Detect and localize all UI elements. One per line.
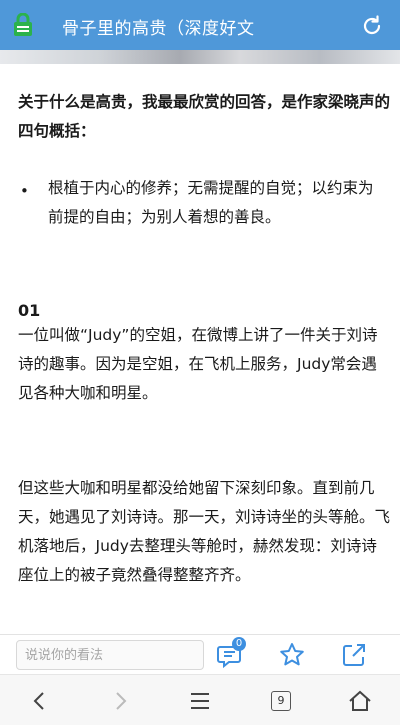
comment-bar: 0 [0, 634, 400, 674]
page-title: 骨子里的高贵（深度好文 [62, 19, 255, 39]
comment-count-badge: 0 [232, 637, 246, 651]
article-body: 关于什么是高贵，我最最欣赏的回答，是作家梁晓声的四句概括： • 根植于内心的修养… [0, 64, 400, 634]
browser-nav-bar: 9 [0, 674, 400, 725]
hamburger-menu-icon [191, 693, 209, 709]
share-icon [343, 644, 365, 666]
chevron-right-icon [116, 692, 127, 710]
bullet-item: 根植于内心的修养；无需提醒的自觉；以约束为前提的自由；为别人着想的善良。 [48, 179, 374, 226]
tabs-button[interactable]: 9 [267, 687, 295, 715]
star-icon [280, 643, 304, 666]
back-button[interactable] [26, 687, 54, 715]
favorite-button[interactable] [278, 641, 306, 669]
menu-button[interactable] [186, 687, 214, 715]
bullet-marker: • [20, 182, 29, 200]
comment-input[interactable] [16, 640, 204, 670]
chevron-left-icon [33, 692, 44, 710]
article-intro: 关于什么是高贵，我最最欣赏的回答，是作家梁晓声的四句概括： [18, 93, 391, 140]
title-bar: 骨子里的高贵（深度好文 [0, 0, 400, 50]
home-icon [349, 690, 371, 711]
comments-button[interactable]: 0 [216, 637, 246, 669]
refresh-icon[interactable] [360, 14, 384, 38]
article-paragraph-2: 但这些大咖和明星都没给她留下深刻印象。直到前几天，她遇见了刘诗诗。那一天，刘诗诗… [18, 479, 391, 584]
tab-count: 9 [271, 691, 291, 711]
article-image-strip [0, 50, 400, 64]
home-button[interactable] [346, 687, 374, 715]
secure-lock-icon [0, 0, 40, 50]
article-paragraph-1: 一位叫做“Judy”的空姐，在微博上讲了一件关于刘诗诗的趣事。因为是空姐，在飞机… [18, 326, 378, 402]
share-button[interactable] [340, 641, 368, 669]
forward-button[interactable] [106, 687, 134, 715]
